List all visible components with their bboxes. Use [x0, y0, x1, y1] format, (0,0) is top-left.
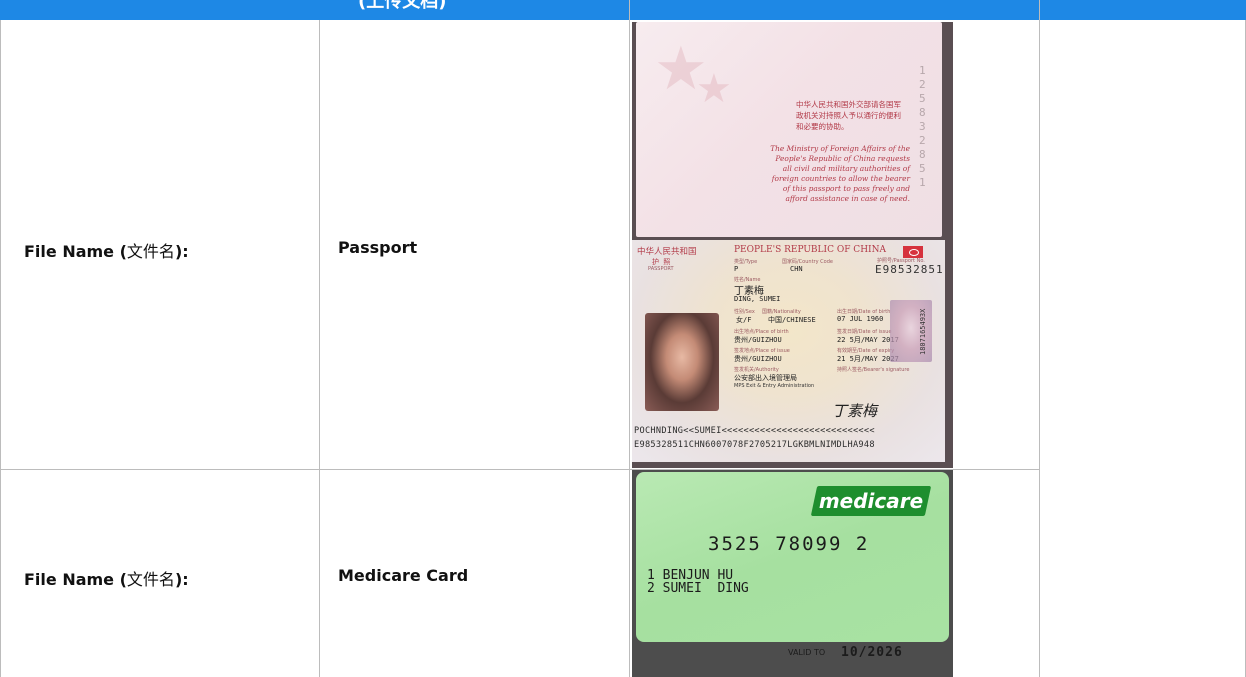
mrz-line-1: POCHNDING<<SUMEI<<<<<<<<<<<<<<<<<<<<<<<<… [634, 426, 875, 436]
star-watermark: ★ [696, 66, 732, 112]
table-divider-1 [319, 20, 320, 677]
medicare-logo: medicare [810, 486, 932, 516]
type-label: 类型/Type [734, 259, 758, 265]
country-value: CHN [790, 265, 803, 273]
medicare-card: medicare 3525 78099 2 1 BENJUN HU 2 SUME… [636, 472, 949, 642]
medicare-number: 3525 78099 2 [708, 533, 870, 555]
file-name-value: Medicare Card [338, 566, 469, 585]
expiry-label: 有效期至/Date of expiry [837, 348, 895, 354]
dob-label: 出生日期/Date of birth [837, 309, 891, 315]
table-border-left [0, 20, 1, 677]
passport-perforation: 1 2 5 8 3 2 8 5 1 [919, 64, 926, 189]
mrz-line-2: E985328511CHN6007078F2705217LGKBMLNIMDLH… [634, 440, 875, 450]
header-bar: (上传文档) [0, 0, 1246, 20]
valid-to-label: VALID TO [788, 648, 826, 657]
pob-label: 出生地点/Place of birth [734, 329, 789, 335]
passport-side-number: 1807165493X [919, 308, 927, 355]
issue-date-label: 签发日期/Date of issue [837, 329, 892, 335]
sex-value: 女/F [736, 316, 752, 324]
file-name-label: File Name (文件名): [24, 570, 189, 589]
pob-value: 贵州/GUIZHOU [734, 336, 782, 344]
valid-to-date: 10/2026 [841, 645, 903, 660]
passport-doc-en: PASSPORT [648, 266, 674, 272]
passport-observation-page: ★ ★ 中华人民共和国外交部请各国军政机关对持照人予以通行的便利和必要的协助。 … [636, 22, 942, 237]
passport-note-en: The Ministry of Foreign Affairs of the P… [770, 144, 910, 203]
passport-data-page: 中华人民共和国 PEOPLE'S REPUBLIC OF CHINA 护 照 P… [632, 240, 945, 462]
holder-photo [645, 313, 719, 411]
passport-header-en: PEOPLE'S REPUBLIC OF CHINA [734, 245, 886, 255]
passport-note-cn: 中华人民共和国外交部请各国军政机关对持照人予以通行的便利和必要的协助。 [796, 100, 901, 131]
nationality-value: 中国/CHINESE [768, 316, 816, 324]
cardholder-line-2: 2 SUMEI DING [647, 581, 749, 596]
poi-label: 签发地点/Place of issue [734, 348, 790, 354]
authority-en: MPS Exit & Entry Administration [734, 383, 815, 389]
name-en: DING, SUMEI [734, 295, 781, 303]
type-value: P [734, 265, 739, 273]
authority-cn: 公安部出入境管理局 [734, 374, 797, 382]
passport-number: E98532851 [875, 263, 944, 276]
passport-image: ★ ★ 中华人民共和国外交部请各国军政机关对持照人予以通行的便利和必要的协助。 … [632, 22, 953, 468]
file-name-label: File Name (文件名): [24, 242, 189, 261]
bearer-signature: 丁素梅 [832, 402, 878, 420]
page-title: (上传文档) [358, 0, 447, 12]
poi-value: 贵州/GUIZHOU [734, 355, 782, 363]
sex-label: 性别/Sex [734, 309, 755, 315]
authority-label: 签发机关/Authority [734, 367, 779, 373]
table-divider-3 [1039, 0, 1040, 677]
signature-label: 持照人签名/Bearer's signature [837, 367, 910, 373]
medicare-card-image: medicare 3525 78099 2 1 BENJUN HU 2 SUME… [632, 470, 953, 677]
table-divider-2 [629, 0, 630, 677]
passport-header-cn: 中华人民共和国 [637, 247, 697, 257]
country-label: 国家码/Country Code [782, 259, 833, 265]
nationality-label: 国籍/Nationality [762, 309, 801, 315]
file-name-value: Passport [338, 238, 418, 257]
dob-value: 07 JUL 1960 [837, 315, 884, 323]
